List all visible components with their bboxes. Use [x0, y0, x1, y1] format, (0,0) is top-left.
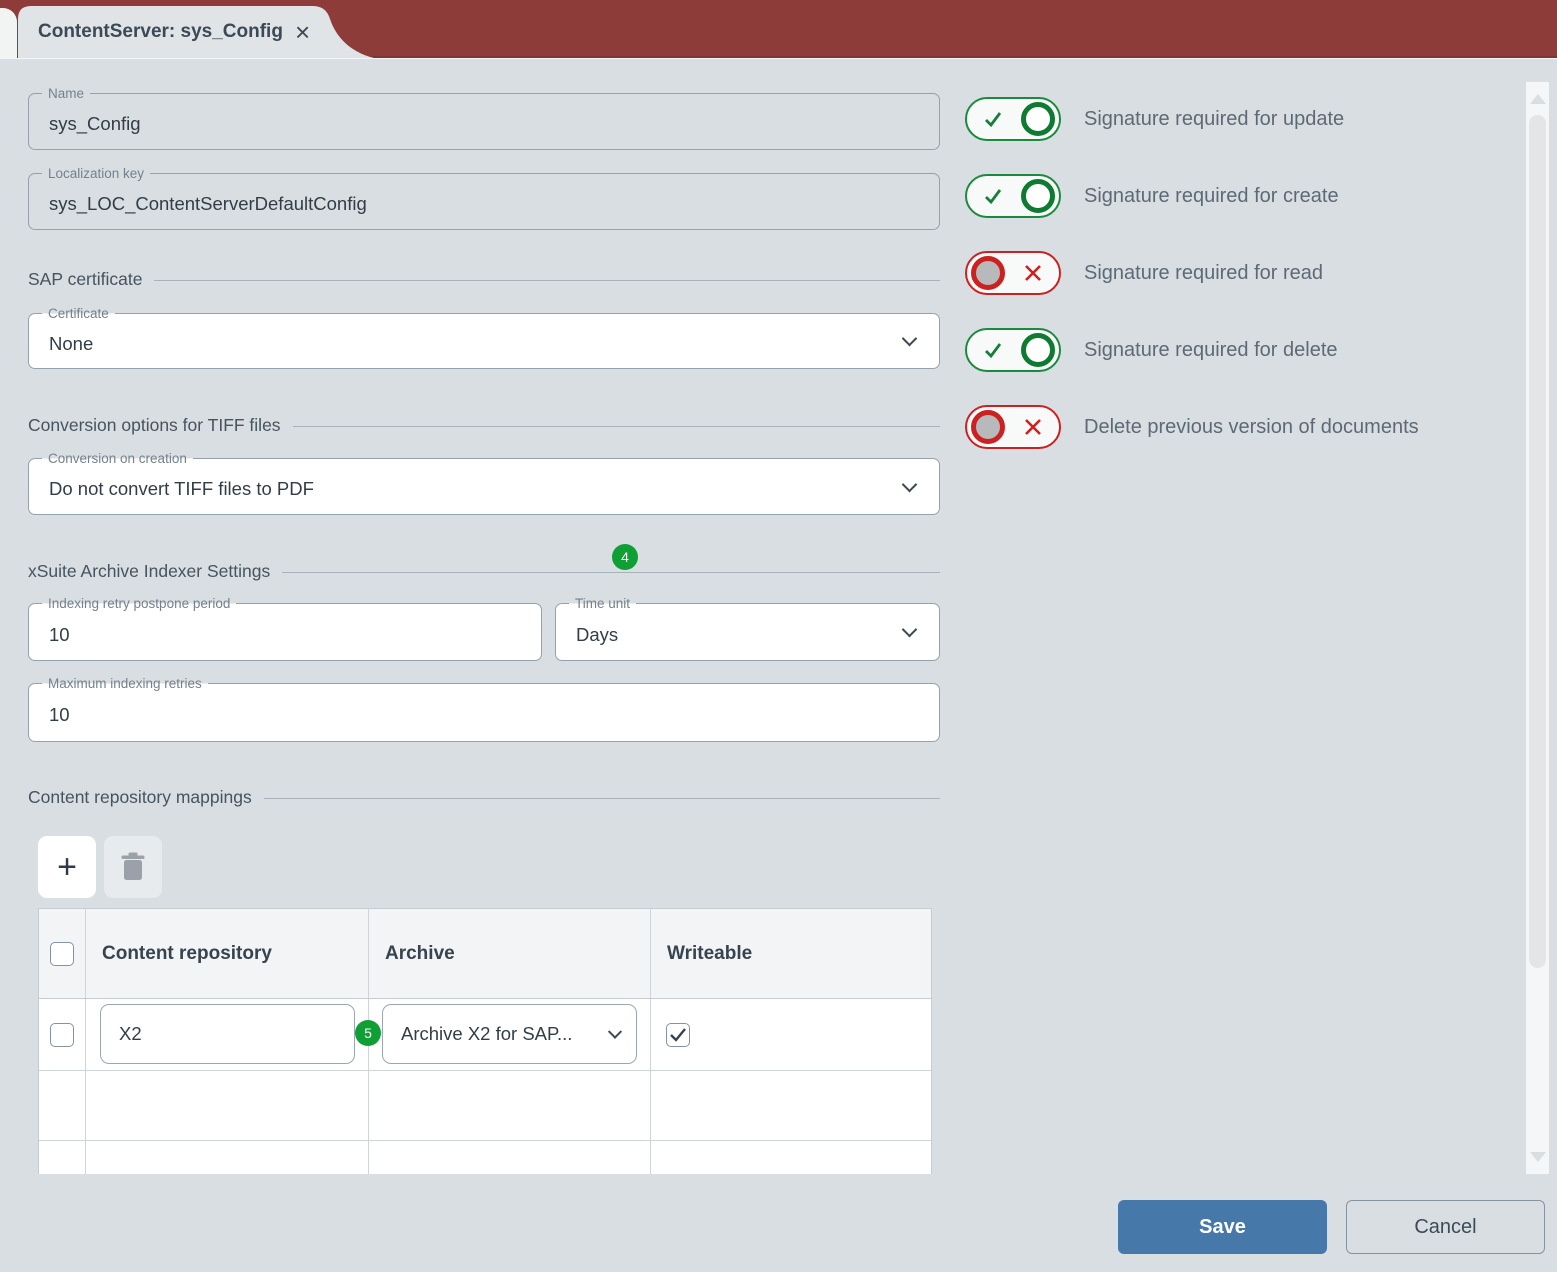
content-repository-mappings-table: Content repository Archive Writeable X2 …: [38, 908, 932, 1174]
column-header-archive: Archive: [369, 909, 651, 998]
conversion-on-creation-select[interactable]: Conversion on creation Do not convert TI…: [28, 458, 940, 515]
tab-title: ContentServer: sys_Config: [38, 21, 283, 43]
content-repository-mappings-section-header: Content repository mappings: [28, 785, 940, 809]
conversion-on-creation-label: Conversion on creation: [42, 449, 193, 468]
tab-contentserver-sys-config[interactable]: ContentServer: sys_Config ×: [18, 6, 374, 58]
localization-key-value: sys_LOC_ContentServerDefaultConfig: [49, 193, 367, 215]
time-unit-value: Days: [576, 624, 618, 646]
toggle-label: Signature required for read: [1084, 251, 1323, 295]
writeable-checkbox-checked[interactable]: [666, 1023, 690, 1047]
scroll-up-icon[interactable]: [1530, 94, 1546, 104]
maximum-indexing-retries-value: 10: [49, 704, 70, 726]
indexing-retry-postpone-period-field[interactable]: Indexing retry postpone period 10: [28, 603, 542, 661]
toggle-knob: [1021, 102, 1055, 136]
indexing-retry-postpone-period-value: 10: [49, 624, 70, 646]
content-server-config-page: ContentServer: sys_Config × Name sys_Con…: [0, 0, 1557, 1272]
vertical-scrollbar[interactable]: [1526, 82, 1549, 1174]
toggle-label: Signature required for create: [1084, 174, 1339, 218]
certificate-value: None: [49, 333, 93, 355]
table-header-row: Content repository Archive Writeable: [39, 909, 931, 999]
chevron-down-icon: [902, 331, 918, 347]
check-icon: [669, 1027, 687, 1043]
scrollbar-thumb[interactable]: [1529, 115, 1546, 968]
cancel-button[interactable]: Cancel: [1346, 1200, 1545, 1254]
indexing-retry-postpone-period-label: Indexing retry postpone period: [42, 594, 236, 613]
indexer-settings-section-header: xSuite Archive Indexer Settings: [28, 559, 940, 583]
step-badge-4: 4: [612, 544, 638, 570]
previous-tab-edge[interactable]: [0, 8, 17, 58]
step-badge-5: 5: [355, 1020, 381, 1046]
toggle-signature-required-for-read[interactable]: [965, 251, 1061, 295]
toggle-signature-required-for-delete[interactable]: [965, 328, 1061, 372]
check-icon: [983, 186, 1003, 206]
toggle-knob: [971, 410, 1005, 444]
check-icon: [983, 109, 1003, 129]
save-button[interactable]: Save: [1118, 1200, 1327, 1254]
plus-icon: +: [57, 850, 77, 884]
scroll-down-icon[interactable]: [1530, 1152, 1546, 1162]
x-icon: [1023, 417, 1043, 437]
table-row: X2 Archive X2 for SAP...: [39, 999, 931, 1071]
check-icon: [983, 340, 1003, 360]
add-mapping-button[interactable]: +: [38, 836, 96, 898]
time-unit-select[interactable]: Time unit Days: [555, 603, 940, 661]
time-unit-label: Time unit: [569, 594, 636, 613]
certificate-select[interactable]: Certificate None: [28, 313, 940, 369]
maximum-indexing-retries-label: Maximum indexing retries: [42, 674, 208, 693]
toggle-knob: [971, 256, 1005, 290]
toggle-signature-required-for-update[interactable]: [965, 97, 1061, 141]
chevron-down-icon: [608, 1025, 622, 1039]
toggle-label: Signature required for update: [1084, 97, 1344, 141]
toggle-knob: [1021, 179, 1055, 213]
sap-certificate-section-header: SAP certificate: [28, 267, 940, 291]
select-all-checkbox[interactable]: [50, 942, 74, 966]
maximum-indexing-retries-field[interactable]: Maximum indexing retries 10: [28, 683, 940, 742]
tiff-options-section-header: Conversion options for TIFF files: [28, 413, 940, 437]
table-row-empty: [39, 1071, 931, 1141]
content-repository-input[interactable]: X2: [100, 1004, 355, 1064]
toggle-label: Signature required for delete: [1084, 328, 1338, 372]
localization-key-field[interactable]: Localization key sys_LOC_ContentServerDe…: [28, 173, 940, 230]
archive-select[interactable]: Archive X2 for SAP...: [382, 1004, 637, 1064]
toggle-label: Delete previous version of documents: [1084, 405, 1419, 449]
trash-icon: [120, 852, 146, 882]
chevron-down-icon: [902, 476, 918, 492]
tab-close-icon[interactable]: ×: [295, 19, 310, 45]
toggle-knob: [1021, 333, 1055, 367]
name-field-value: sys_Config: [49, 113, 141, 135]
name-field-label: Name: [42, 84, 90, 103]
chevron-down-icon: [902, 622, 918, 638]
column-header-writeable: Writeable: [651, 909, 932, 998]
row-select-checkbox[interactable]: [50, 1023, 74, 1047]
delete-mapping-button[interactable]: [104, 836, 162, 898]
conversion-on-creation-value: Do not convert TIFF files to PDF: [49, 478, 314, 500]
localization-key-label: Localization key: [42, 164, 150, 183]
toggle-delete-previous-version[interactable]: [965, 405, 1061, 449]
certificate-label: Certificate: [42, 304, 115, 323]
toggle-signature-required-for-create[interactable]: [965, 174, 1061, 218]
name-field[interactable]: Name sys_Config: [28, 93, 940, 150]
table-row-empty: [39, 1141, 931, 1174]
x-icon: [1023, 263, 1043, 283]
column-header-content-repository: Content repository: [86, 909, 369, 998]
